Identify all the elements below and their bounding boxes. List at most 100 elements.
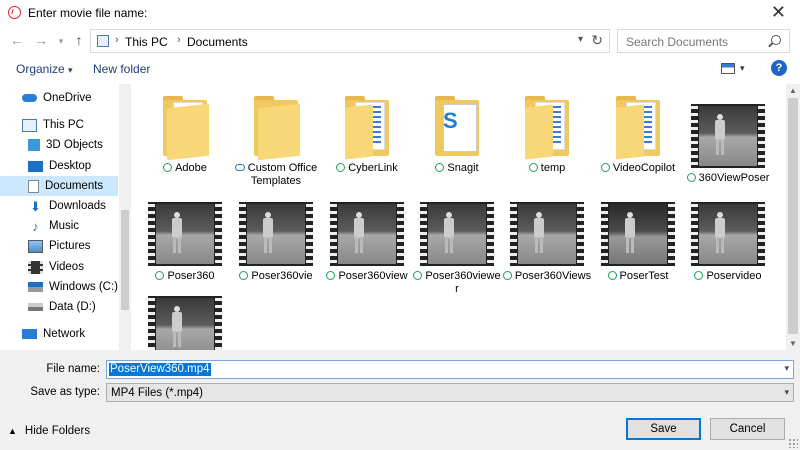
download-icon: ⬇ xyxy=(30,198,41,214)
up-arrow-icon[interactable]: ↑ xyxy=(70,32,88,48)
folder-icon xyxy=(161,96,209,161)
video-thumbnail-icon xyxy=(510,202,584,266)
file-item-adobe[interactable]: Adobe xyxy=(140,96,230,175)
breadcrumb-separator-icon[interactable]: › xyxy=(177,34,181,46)
navigation-scrollbar[interactable] xyxy=(119,84,131,350)
synced-check-icon xyxy=(694,271,704,280)
file-name-input[interactable]: PoserView360.mp4 ▾ xyxy=(106,360,794,379)
view-dropdown-icon[interactable]: ▾ xyxy=(740,63,745,74)
file-item-poser360viewer[interactable]: Poser360viewer xyxy=(412,202,502,296)
nav-item-label: Documents xyxy=(45,180,104,192)
video-thumbnail-icon xyxy=(601,202,675,266)
snagit-logo-icon: S xyxy=(443,108,458,133)
save-as-type-select[interactable]: MP4 Files (*.mp4) ▾ xyxy=(106,383,794,402)
save-button[interactable]: Save xyxy=(626,418,701,440)
synced-check-icon xyxy=(336,163,346,172)
hide-folders-label: Hide Folders xyxy=(24,425,91,437)
file-name-dropdown-icon[interactable]: ▾ xyxy=(784,363,789,374)
pictures-icon xyxy=(28,239,43,253)
nav-item-label: Downloads xyxy=(49,200,106,212)
organize-button[interactable]: Organize ▾ xyxy=(16,62,73,76)
close-icon[interactable]: ✕ xyxy=(771,2,786,22)
file-item-poser360[interactable]: Poser360 xyxy=(140,202,230,283)
command-bar: Organize ▾ New folder ▾ ? xyxy=(0,57,800,81)
window-title: Enter movie file name: xyxy=(28,6,148,20)
synced-check-icon xyxy=(163,163,173,172)
file-name: Poser360vie xyxy=(251,270,313,282)
search-input[interactable]: Search Documents xyxy=(617,29,790,53)
nav-item-label: Desktop xyxy=(49,160,92,172)
file-name: Poser360 xyxy=(167,270,215,282)
scroll-up-arrow-icon[interactable]: ▲ xyxy=(789,86,797,95)
nav-item-3d-objects[interactable]: 3D Objects xyxy=(28,135,103,155)
file-item-custom-office-templates[interactable]: Custom Office Templates xyxy=(231,96,321,188)
folder-icon xyxy=(343,96,391,160)
navigation-pane: OneDrive This PC 3D Objects Desktop Docu… xyxy=(0,84,118,350)
nav-item-documents[interactable]: Documents xyxy=(0,176,118,196)
nav-item-label: 3D Objects xyxy=(46,139,103,151)
synced-check-icon xyxy=(607,271,617,280)
nav-item-network[interactable]: Network xyxy=(22,324,85,344)
nav-item-this-pc[interactable]: This PC xyxy=(22,115,84,135)
nav-item-label: Pictures xyxy=(49,240,91,252)
nav-item-onedrive[interactable]: OneDrive xyxy=(22,88,92,108)
back-arrow-icon[interactable]: ← xyxy=(8,32,26,48)
file-name-value[interactable]: PoserView360.mp4 xyxy=(109,363,211,376)
scroll-down-arrow-icon[interactable]: ▼ xyxy=(789,339,797,348)
file-item-360viewposer[interactable]: 360ViewPoser xyxy=(683,104,773,185)
nav-item-label: Music xyxy=(49,220,80,232)
file-name: Adobe xyxy=(175,162,207,174)
file-item-poser360vie[interactable]: Poser360vie xyxy=(231,202,321,283)
video-thumbnail-icon xyxy=(691,202,765,266)
search-icon[interactable] xyxy=(771,35,781,45)
address-bar[interactable]: › This PC › Documents ▾ ↻ xyxy=(90,29,610,53)
file-list-scrollbar[interactable]: ▲ ▼ xyxy=(786,84,800,350)
breadcrumb-separator-icon[interactable]: › xyxy=(115,34,119,46)
file-name: VideoCopilot xyxy=(612,162,676,174)
file-item-poservideo[interactable]: Poservideo xyxy=(683,202,773,283)
nav-item-pictures[interactable]: Pictures xyxy=(28,236,91,256)
nav-item-windows-c[interactable]: Windows (C:) xyxy=(28,277,118,297)
file-item-temp[interactable]: temp xyxy=(502,96,592,175)
resize-grip-icon[interactable] xyxy=(788,438,798,448)
file-name: temp xyxy=(540,162,566,174)
cube-icon xyxy=(28,139,40,151)
breadcrumb-documents[interactable]: Documents xyxy=(187,35,248,49)
documents-icon xyxy=(28,179,39,193)
hide-folders-button[interactable]: ▲ Hide Folders xyxy=(8,425,90,437)
video-thumbnail-icon xyxy=(148,202,222,266)
file-name: Poser360Views xyxy=(514,270,592,282)
view-options-icon[interactable] xyxy=(721,63,735,74)
cancel-button[interactable]: Cancel xyxy=(710,418,785,440)
file-name: Custom Office Templates xyxy=(247,162,318,187)
nav-item-downloads[interactable]: ⬇ Downloads xyxy=(28,196,106,216)
file-item-snagit[interactable]: S Snagit xyxy=(412,96,502,175)
scrollbar-thumb[interactable] xyxy=(788,98,798,334)
recent-locations-chevron-icon[interactable]: ▾ xyxy=(52,36,70,47)
cloud-status-icon xyxy=(234,164,245,171)
file-item-videocopilot[interactable]: VideoCopilot xyxy=(593,96,683,175)
file-name: CyberLink xyxy=(348,162,398,174)
file-item-posertest[interactable]: PoserTest xyxy=(593,202,683,283)
organize-label: Organize xyxy=(16,62,65,76)
breadcrumb-this-pc[interactable]: This PC xyxy=(125,35,168,49)
help-icon[interactable]: ? xyxy=(771,60,787,76)
synced-check-icon xyxy=(239,271,249,280)
synced-check-icon xyxy=(600,163,610,172)
refresh-icon[interactable]: ↻ xyxy=(591,32,603,49)
drive-icon xyxy=(28,282,43,292)
new-folder-button[interactable]: New folder xyxy=(93,62,150,76)
scrollbar-thumb[interactable] xyxy=(121,210,129,310)
nav-item-desktop[interactable]: Desktop xyxy=(28,156,91,176)
video-thumbnail-icon xyxy=(420,202,494,266)
file-item-poser360view[interactable]: Poser360view xyxy=(322,202,412,283)
save-as-type-dropdown-icon[interactable]: ▾ xyxy=(784,387,789,398)
folder-icon xyxy=(614,96,662,160)
nav-item-data-d[interactable]: Data (D:) xyxy=(28,297,96,317)
file-item-poser360views[interactable]: Poser360Views xyxy=(502,202,592,283)
nav-item-music[interactable]: ♪ Music xyxy=(28,216,79,236)
nav-item-videos[interactable]: Videos xyxy=(28,257,84,277)
file-item-cyberlink[interactable]: CyberLink xyxy=(322,96,412,175)
forward-arrow-icon[interactable]: → xyxy=(32,32,50,48)
address-dropdown-icon[interactable]: ▾ xyxy=(578,34,583,45)
